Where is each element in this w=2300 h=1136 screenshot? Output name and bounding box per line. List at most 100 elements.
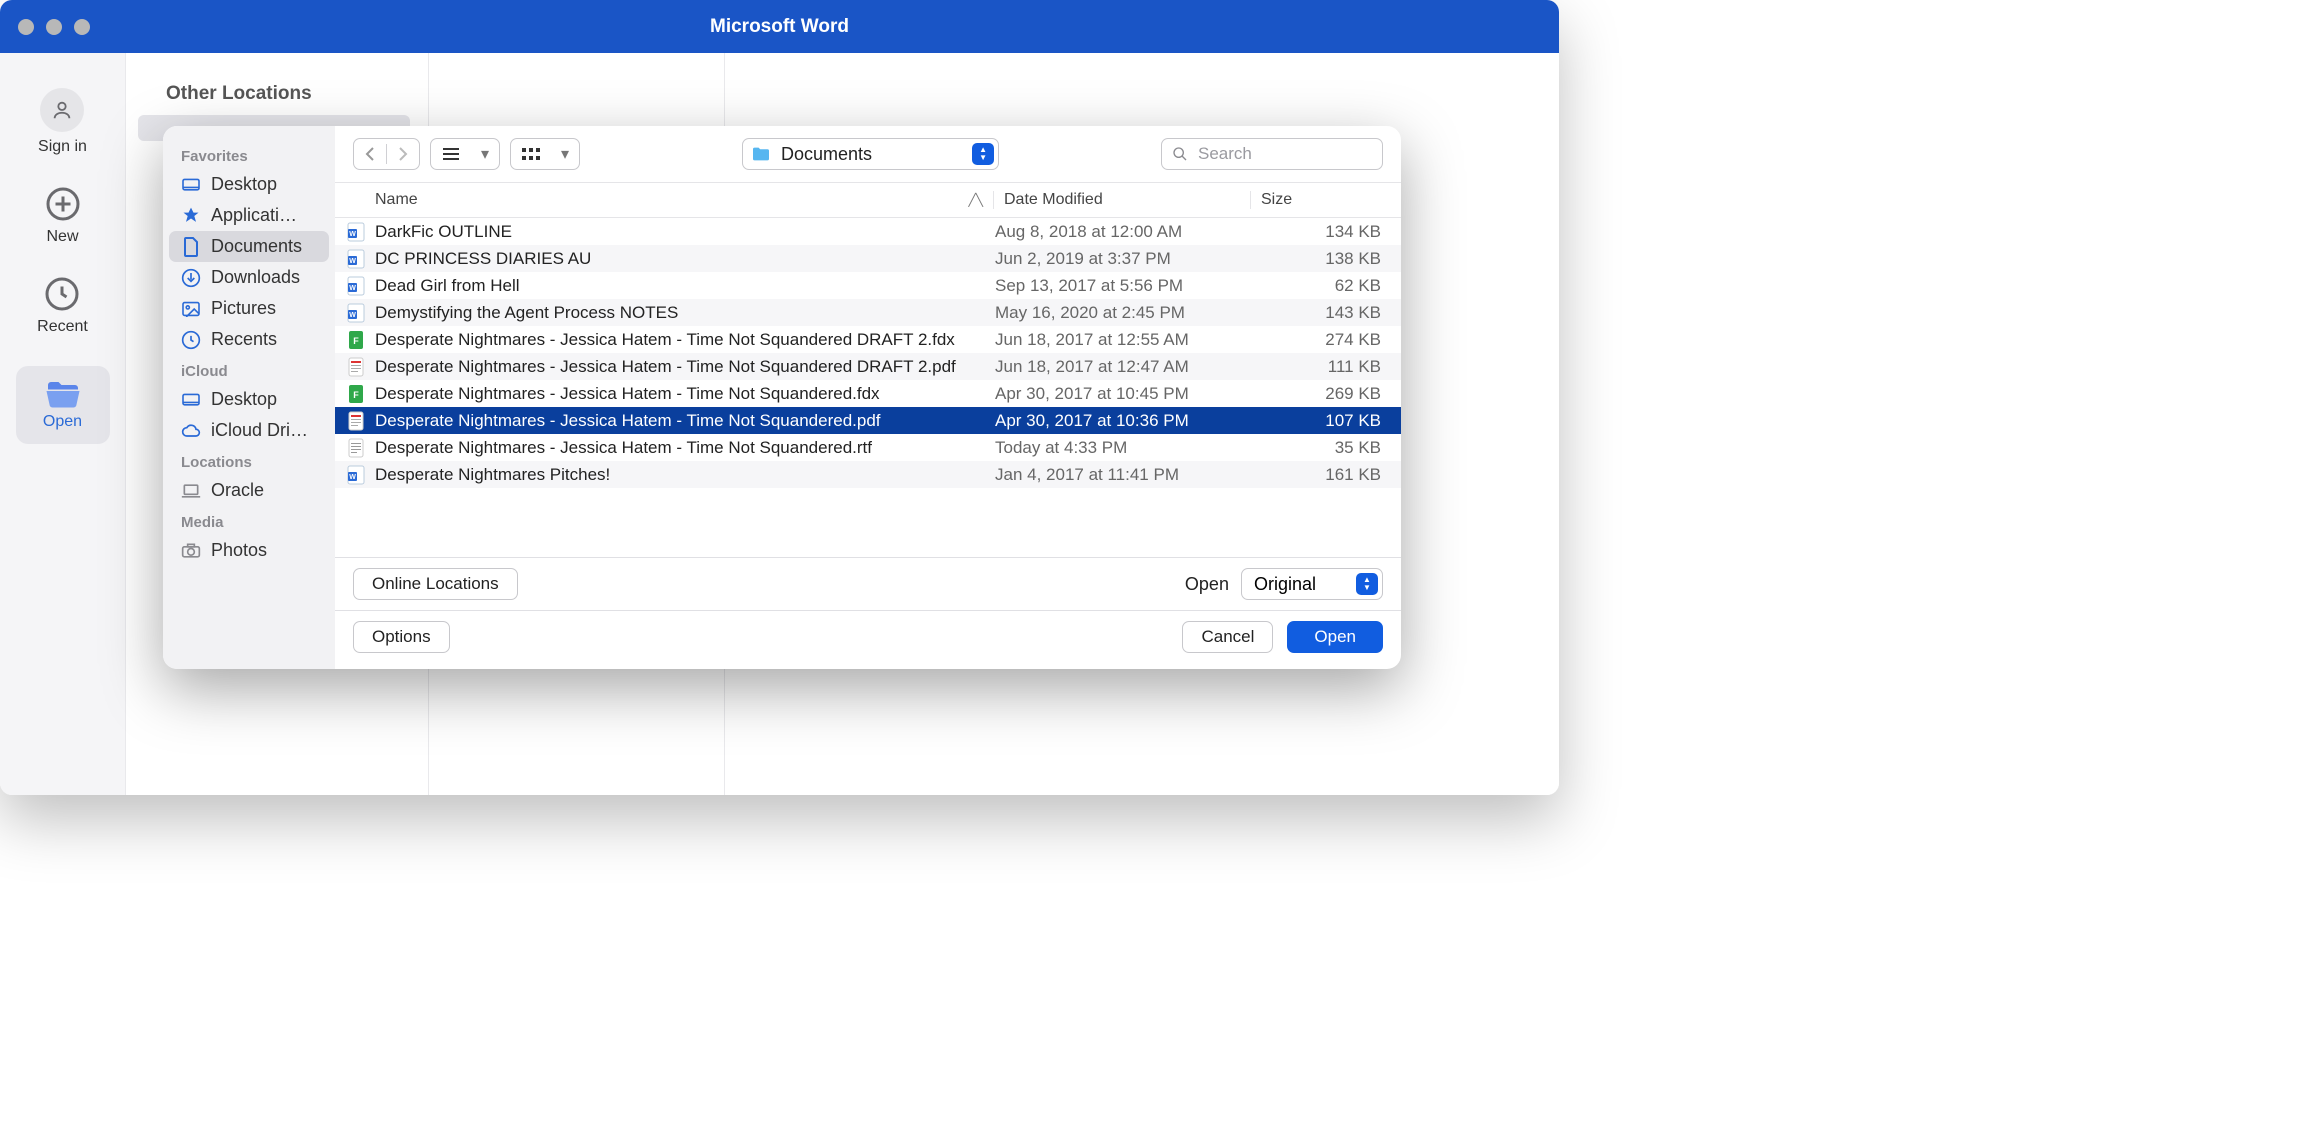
- sign-in-button[interactable]: Sign in: [38, 88, 87, 156]
- word-file-icon: W: [347, 222, 365, 242]
- file-row[interactable]: F Desperate Nightmares - Jessica Hatem - …: [335, 326, 1401, 353]
- fdx-file-icon: F: [347, 330, 365, 350]
- sidebar-item-recents[interactable]: Recents: [169, 324, 329, 355]
- sidebar-item-oracle[interactable]: Oracle: [169, 475, 329, 506]
- file-row[interactable]: WDemystifying the Agent Process NOTESMay…: [335, 299, 1401, 326]
- sidebar-item-icloud-dri-[interactable]: iCloud Dri…: [169, 415, 329, 446]
- zoom-window-button[interactable]: [74, 19, 90, 35]
- file-name: Desperate Nightmares - Jessica Hatem - T…: [375, 357, 956, 377]
- close-window-button[interactable]: [18, 19, 34, 35]
- clock-icon: [44, 276, 80, 312]
- browser-toolbar: ▾ ▾ Documents: [335, 126, 1401, 182]
- select-stepper-icon: ▲▼: [1356, 573, 1378, 595]
- file-date: Sep 13, 2017 at 5:56 PM: [985, 276, 1241, 296]
- online-locations-button[interactable]: Online Locations: [353, 568, 518, 600]
- location-stepper-icon: ▲▼: [972, 143, 994, 165]
- file-row[interactable]: WDead Girl from HellSep 13, 2017 at 5:56…: [335, 272, 1401, 299]
- sidebar-item-desktop[interactable]: Desktop: [169, 384, 329, 415]
- titlebar: Microsoft Word: [0, 0, 1559, 53]
- svg-text:F: F: [353, 336, 359, 346]
- location-picker[interactable]: Documents ▲▼: [742, 138, 999, 170]
- file-size: 274 KB: [1241, 330, 1401, 350]
- view-mode-list[interactable]: ▾: [430, 138, 500, 170]
- column-size[interactable]: Size: [1250, 191, 1401, 209]
- word-file-icon: W: [347, 465, 365, 485]
- svg-text:W: W: [349, 258, 356, 265]
- person-icon: [40, 88, 84, 132]
- file-list[interactable]: WDarkFic OUTLINEAug 8, 2018 at 12:00 AM1…: [335, 218, 1401, 557]
- options-button[interactable]: Options: [353, 621, 450, 653]
- file-date: Jun 18, 2017 at 12:47 AM: [985, 357, 1241, 377]
- open-file-dialog: Favorites DesktopApplicati…DocumentsDown…: [163, 126, 1401, 669]
- traffic-lights: [18, 19, 90, 35]
- word-window: Microsoft Word Sign in New Recent: [0, 0, 1559, 795]
- file-name: Demystifying the Agent Process NOTES: [375, 303, 678, 323]
- sidebar-item-desktop[interactable]: Desktop: [169, 169, 329, 200]
- file-name: Desperate Nightmares - Jessica Hatem - T…: [375, 411, 881, 431]
- column-size-label: Size: [1261, 191, 1292, 208]
- group-mode[interactable]: ▾: [510, 138, 580, 170]
- file-row[interactable]: W Desperate Nightmares Pitches! Jan 4, 201…: [335, 461, 1401, 488]
- file-name: DarkFic OUTLINE: [375, 222, 512, 242]
- minimize-window-button[interactable]: [46, 19, 62, 35]
- grid-icon: [511, 139, 551, 169]
- folder-icon: [751, 146, 771, 162]
- file-size: 35 KB: [1241, 438, 1401, 458]
- column-date[interactable]: Date Modified: [993, 191, 1250, 209]
- downloads-icon: [181, 268, 201, 288]
- forward-button[interactable]: [387, 139, 419, 169]
- file-name: Desperate Nightmares Pitches!: [375, 465, 610, 485]
- open-mode: Open Original ▲▼: [1185, 568, 1383, 600]
- file-size: 62 KB: [1241, 276, 1401, 296]
- doc-icon: [181, 237, 201, 257]
- file-size: 269 KB: [1241, 384, 1401, 404]
- file-date: Apr 30, 2017 at 10:45 PM: [985, 384, 1241, 404]
- list-view-icon: [431, 139, 471, 169]
- column-name[interactable]: Name ╱╲: [335, 191, 993, 209]
- word-file-icon: W: [347, 303, 365, 323]
- cancel-button[interactable]: Cancel: [1182, 621, 1273, 653]
- file-row[interactable]: FDesperate Nightmares - Jessica Hatem - …: [335, 380, 1401, 407]
- fdx-file-icon: F: [347, 384, 365, 404]
- back-button[interactable]: [354, 139, 386, 169]
- file-date: Today at 4:33 PM: [985, 438, 1241, 458]
- sidebar-item-applicati-[interactable]: Applicati…: [169, 200, 329, 231]
- cloud-icon: [181, 421, 201, 441]
- open-mode-select[interactable]: Original ▲▼: [1241, 568, 1383, 600]
- sidebar-item-label: Documents: [211, 236, 302, 257]
- new-button[interactable]: New: [45, 186, 81, 246]
- word-file-icon: W: [347, 276, 365, 296]
- search-icon: [1172, 146, 1188, 162]
- file-row[interactable]: WDarkFic OUTLINEAug 8, 2018 at 12:00 AM1…: [335, 218, 1401, 245]
- file-row[interactable]: Desperate Nightmares - Jessica Hatem - T…: [335, 353, 1401, 380]
- rtf-file-icon: [347, 438, 365, 458]
- file-name: Desperate Nightmares - Jessica Hatem - T…: [375, 330, 955, 350]
- svg-text:F: F: [353, 390, 359, 400]
- file-date: Jan 4, 2017 at 11:41 PM: [985, 465, 1241, 485]
- sidebar-item-photos[interactable]: Photos: [169, 535, 329, 566]
- recent-button[interactable]: Recent: [37, 276, 88, 336]
- media-heading: Media: [163, 506, 335, 535]
- open-confirm-button[interactable]: Open: [1287, 621, 1383, 653]
- file-size: 107 KB: [1241, 411, 1401, 431]
- dialog-footer: Options Cancel Open: [335, 610, 1401, 669]
- search-field[interactable]: [1161, 138, 1383, 170]
- sidebar-item-downloads[interactable]: Downloads: [169, 262, 329, 293]
- file-row[interactable]: WDC PRINCESS DIARIES AUJun 2, 2019 at 3:…: [335, 245, 1401, 272]
- sidebar-item-pictures[interactable]: Pictures: [169, 293, 329, 324]
- open-button[interactable]: Open: [16, 366, 110, 444]
- column-headers: Name ╱╲ Date Modified Size: [335, 182, 1401, 218]
- search-input[interactable]: [1196, 143, 1372, 165]
- start-sidebar: Sign in New Recent Open: [0, 53, 125, 795]
- sidebar-item-documents[interactable]: Documents: [169, 231, 329, 262]
- file-row[interactable]: Desperate Nightmares - Jessica Hatem - T…: [335, 434, 1401, 461]
- desktop-icon: [181, 175, 201, 195]
- chevron-down-icon: ▾: [551, 139, 579, 169]
- file-row[interactable]: Desperate Nightmares - Jessica Hatem - T…: [335, 407, 1401, 434]
- svg-text:W: W: [349, 474, 356, 481]
- svg-text:W: W: [349, 312, 356, 319]
- sign-in-label: Sign in: [38, 138, 87, 156]
- folder-open-icon: [44, 379, 82, 409]
- column-date-label: Date Modified: [1004, 191, 1103, 208]
- svg-text:W: W: [349, 285, 356, 292]
